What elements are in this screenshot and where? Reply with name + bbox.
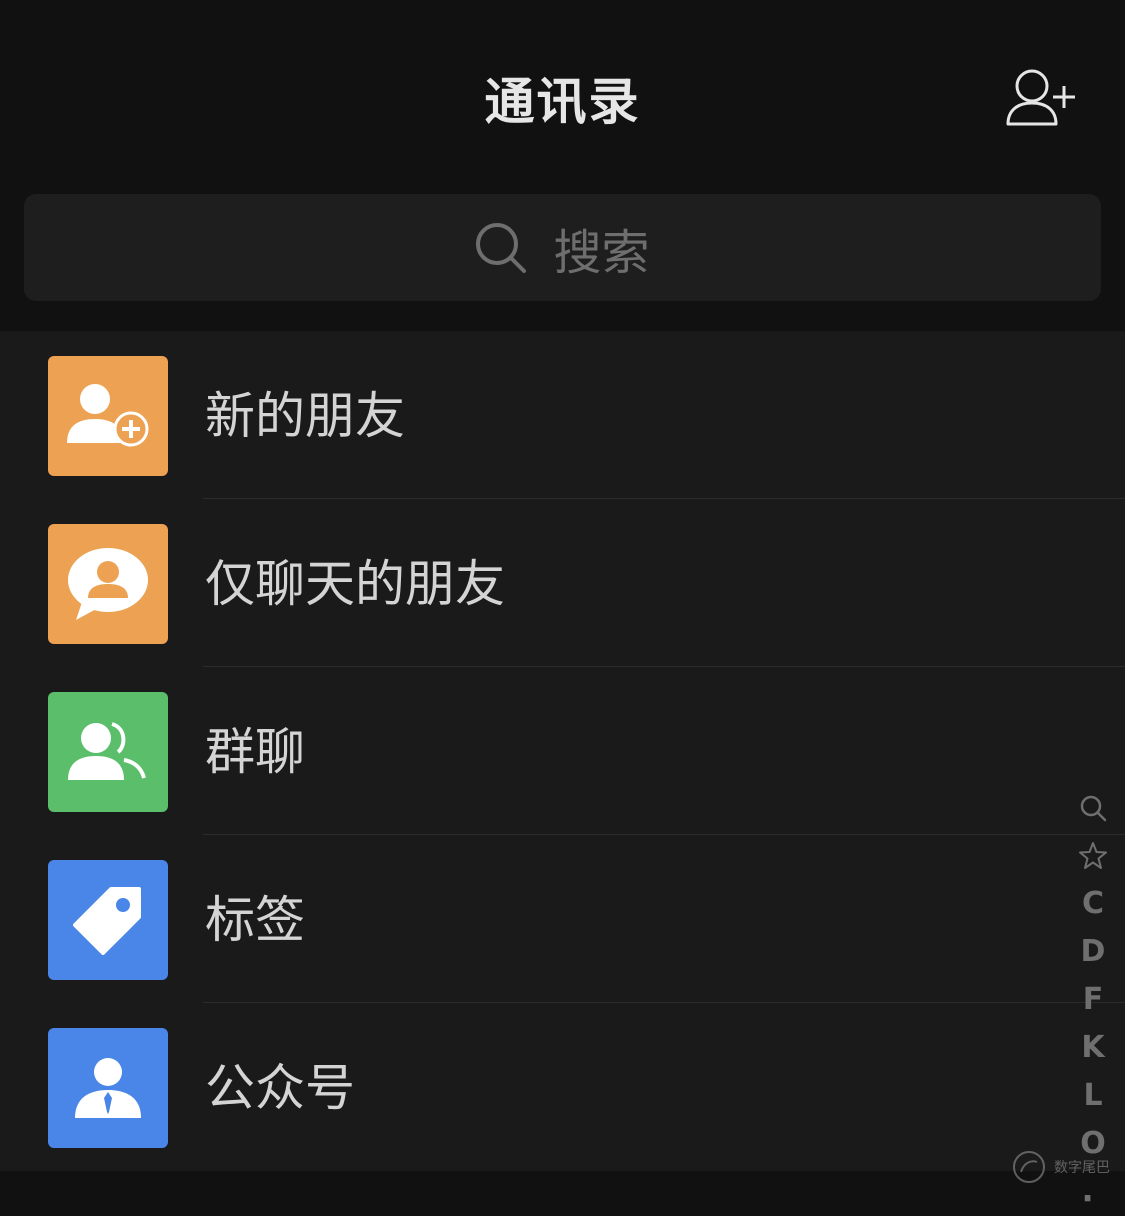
menu-item-label: 群聊	[205, 723, 305, 781]
group-chat-icon	[48, 692, 168, 812]
header: 通讯录	[0, 0, 1125, 195]
menu-item-new-friends[interactable]: 新的朋友	[0, 331, 1125, 499]
index-letter[interactable]: C	[1078, 880, 1108, 928]
page-title: 通讯录	[484, 73, 641, 131]
index-star-icon[interactable]	[1078, 832, 1108, 880]
menu-item-group-chats[interactable]: 群聊	[0, 667, 1125, 835]
menu-item-chat-only-friends[interactable]: 仅聊天的朋友	[0, 499, 1125, 667]
new-friend-icon	[48, 356, 168, 476]
add-contact-icon	[1006, 69, 1075, 126]
index-letter[interactable]: D	[1078, 928, 1108, 976]
search-bar[interactable]: 搜索	[24, 194, 1101, 301]
watermark: 数字尾巴	[1012, 1150, 1110, 1184]
menu-item-official-accounts[interactable]: 公众号	[0, 1003, 1125, 1171]
menu-item-label: 新的朋友	[205, 387, 405, 445]
tag-icon	[48, 860, 168, 980]
menu-item-label: 标签	[205, 891, 305, 949]
index-letter[interactable]: L	[1078, 1072, 1108, 1120]
search-placeholder: 搜索	[553, 224, 650, 281]
watermark-logo-icon	[1013, 1151, 1045, 1183]
add-contact-button[interactable]	[1000, 66, 1080, 130]
index-letter[interactable]: K	[1078, 1024, 1108, 1072]
chat-only-friend-icon	[48, 524, 168, 644]
search-icon	[476, 222, 527, 273]
official-account-icon	[48, 1028, 168, 1148]
index-search-icon[interactable]	[1079, 784, 1107, 832]
watermark-text: 数字尾巴	[1054, 1160, 1110, 1176]
bottom-strip	[0, 1171, 1125, 1195]
contacts-menu-list: 新的朋友 仅聊天的朋友 群聊 标签 公众号	[0, 331, 1125, 1171]
menu-item-label: 公众号	[205, 1059, 355, 1117]
index-letter[interactable]: F	[1078, 976, 1108, 1024]
menu-item-label: 仅聊天的朋友	[205, 555, 505, 613]
menu-item-tags[interactable]: 标签	[0, 835, 1125, 1003]
